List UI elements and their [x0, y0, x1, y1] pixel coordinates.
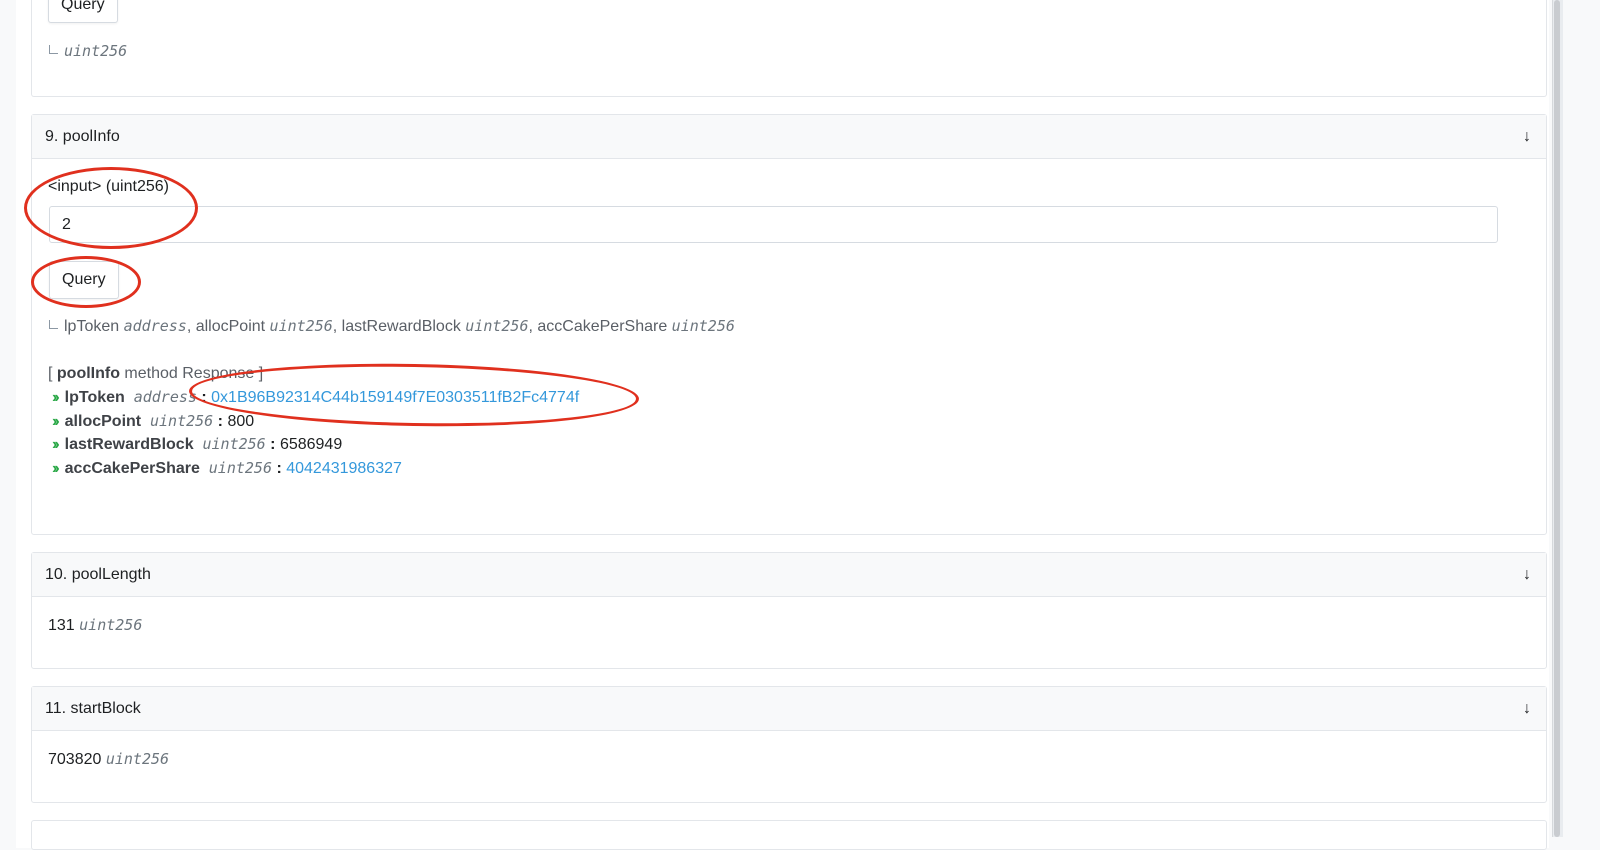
response-row: ›› lastRewardBlock uint256 : 6586949 — [52, 435, 343, 453]
response-row: ›› allocPoint uint256 : 800 — [52, 412, 255, 430]
arrow-down-icon[interactable]: ↓ — [1523, 128, 1533, 146]
output-type: uint256 — [269, 317, 333, 335]
method-title: 11. startBlock — [45, 699, 141, 717]
previous-method-card: Query uint256 — [31, 0, 1547, 97]
output-name: lpToken — [64, 318, 120, 335]
input-label: <input> (uint256) — [48, 178, 169, 195]
pool-info-card: 9. poolInfo ↓ <input> (uint256) Query lp… — [31, 114, 1547, 535]
response-label: method Response ] — [119, 365, 264, 382]
response-method-name: poolInfo — [56, 365, 120, 382]
output-signature: lpToken address, allocPoint uint256, las… — [49, 317, 735, 336]
pool-info-header[interactable]: 9. poolInfo ↓ — [32, 115, 1546, 159]
response-field-type: address — [133, 388, 197, 406]
result-type: uint256 — [105, 750, 170, 768]
scrollbar[interactable] — [1552, 0, 1563, 837]
output-name: accCakePerShare — [537, 318, 668, 335]
double-chevron-icon: ›› — [52, 413, 59, 430]
separator: , — [186, 318, 196, 335]
pool-length-header[interactable]: 10. poolLength ↓ — [32, 553, 1546, 597]
tree-corner-icon — [49, 320, 58, 329]
response-field-type: uint256 — [150, 412, 214, 430]
pool-id-input[interactable] — [49, 206, 1498, 243]
output-name: allocPoint — [195, 318, 266, 335]
output-type: uint256 — [671, 317, 735, 335]
response-field-value: 6586949 — [279, 436, 343, 453]
response-field-name: lpToken — [64, 389, 125, 406]
return-type-line: uint256 — [49, 42, 127, 61]
double-chevron-icon: ›› — [52, 436, 59, 453]
pool-length-card: 10. poolLength ↓ 131 uint256 — [31, 552, 1547, 669]
method-title: 10. poolLength — [45, 565, 151, 583]
output-name: lastRewardBlock — [341, 318, 461, 335]
result-line: 703820 uint256 — [48, 750, 169, 769]
response-field-type: uint256 — [208, 459, 272, 477]
response-field-type: uint256 — [202, 435, 266, 453]
result-line: 131 uint256 — [48, 616, 142, 635]
result-type: uint256 — [79, 616, 143, 634]
output-type: address — [123, 317, 187, 335]
arrow-down-icon[interactable]: ↓ — [1523, 700, 1533, 718]
method-title: 9. poolInfo — [45, 127, 120, 145]
response-row: ›› lpToken address : 0x1B96B92314C44b1591… — [52, 388, 580, 406]
separator: , — [332, 318, 342, 335]
response-field-name: accCakePerShare — [64, 460, 200, 477]
start-block-header[interactable]: 11. startBlock ↓ — [32, 687, 1546, 731]
result-value: 703820 — [48, 751, 102, 768]
acc-cake-per-share-link[interactable]: 4042431986327 — [286, 460, 402, 477]
double-chevron-icon: ›› — [52, 460, 59, 477]
query-button[interactable]: Query — [48, 0, 118, 23]
response-field-value: 800 — [227, 413, 255, 430]
response-header: [ poolInfo method Response ] — [48, 365, 263, 383]
result-value: 131 — [48, 617, 75, 634]
next-method-card — [31, 820, 1547, 850]
start-block-card: 11. startBlock ↓ 703820 uint256 — [31, 686, 1547, 803]
lp-token-address-link[interactable]: 0x1B96B92314C44b159149f7E0303511fB2Fc477… — [211, 389, 579, 406]
response-field-name: lastRewardBlock — [64, 436, 194, 453]
double-chevron-icon: ›› — [52, 389, 59, 406]
output-type: uint256 — [465, 317, 529, 335]
return-type: uint256 — [64, 42, 128, 60]
arrow-down-icon[interactable]: ↓ — [1523, 566, 1533, 584]
response-row: ›› accCakePerShare uint256 : 404243198632… — [52, 459, 402, 477]
response-bracket: [ — [48, 365, 57, 382]
query-button[interactable]: Query — [49, 261, 119, 299]
scrollbar-thumb[interactable] — [1554, 0, 1560, 837]
response-field-name: allocPoint — [64, 413, 142, 430]
tree-corner-icon — [49, 45, 58, 54]
